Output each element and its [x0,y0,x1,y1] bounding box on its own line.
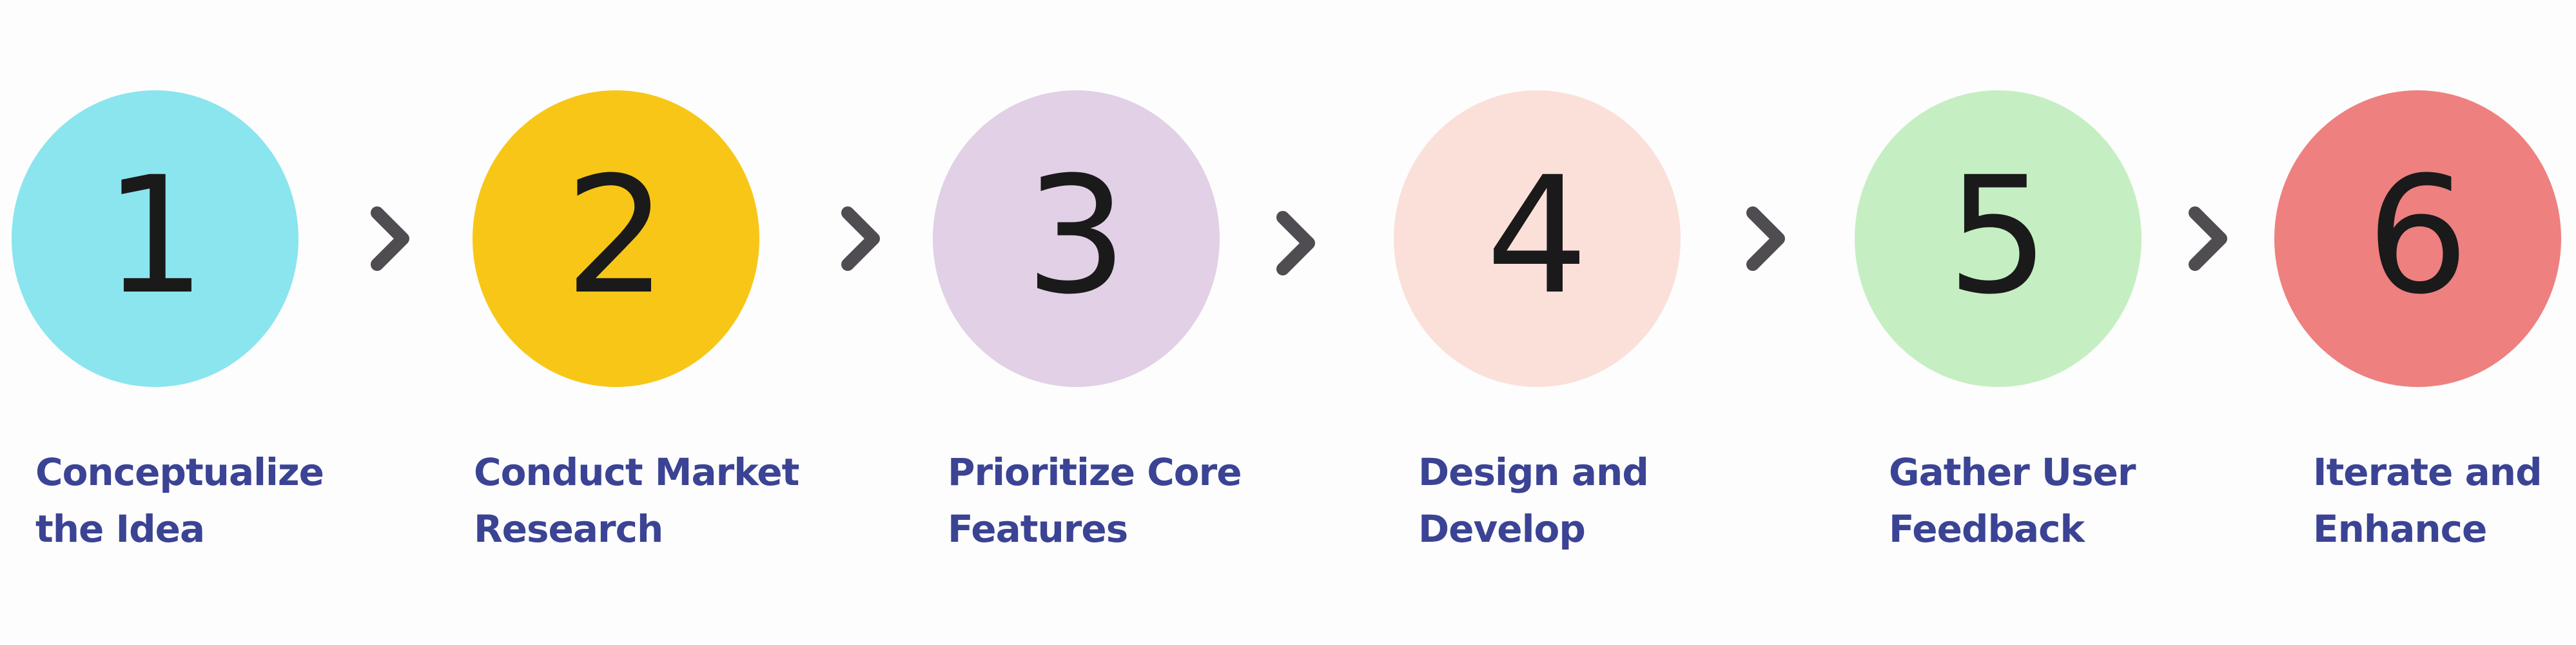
step-5-label-line-1: Gather User [1889,450,2136,494]
step-2-number: 2 [564,142,668,330]
step-5-number: 5 [1946,142,2050,330]
step-5-label-line-2: Feedback [1889,507,2085,551]
step-1-number: 1 [103,142,207,330]
step-1-circle: 1 [12,90,298,387]
chevron-right-icon [838,203,883,274]
step-4-label-line-2: Develop [1418,507,1586,551]
step-2-label-line-2: Research [474,507,663,551]
step-6-circle: 6 [2274,90,2561,387]
step-3-label: Prioritize Core Features [948,444,1242,557]
step-2-circle: 2 [473,90,759,387]
chevron-right-icon [1743,203,1788,274]
step-6-label: Iterate and Enhance [2313,444,2542,557]
chevron-right-icon [2185,203,2230,274]
step-5-circle: 5 [1855,90,2142,387]
chevron-right-icon [1273,208,1318,279]
step-1-label-line-1: Conceptualize [35,450,324,494]
process-diagram: 1 Conceptualize the Idea 2 Conduct Marke… [0,0,2576,645]
step-1-label: Conceptualize the Idea [35,444,324,557]
chevron-right-icon [367,203,413,274]
step-3-label-line-1: Prioritize Core [948,450,1242,494]
step-3-number: 3 [1024,142,1128,330]
step-4-circle: 4 [1394,90,1681,387]
step-4-label: Design and Develop [1418,444,1649,557]
step-6-label-line-1: Iterate and [2313,450,2542,494]
step-3-circle: 3 [933,90,1220,387]
step-6-number: 6 [2366,142,2470,330]
step-4-number: 4 [1485,142,1589,330]
step-4-label-line-1: Design and [1418,450,1649,494]
step-2-label-line-1: Conduct Market [474,450,799,494]
step-1-label-line-2: the Idea [35,507,205,551]
step-6-label-line-2: Enhance [2313,507,2487,551]
step-2-label: Conduct Market Research [474,444,799,557]
step-5-label: Gather User Feedback [1889,444,2136,557]
step-3-label-line-2: Features [948,507,1128,551]
